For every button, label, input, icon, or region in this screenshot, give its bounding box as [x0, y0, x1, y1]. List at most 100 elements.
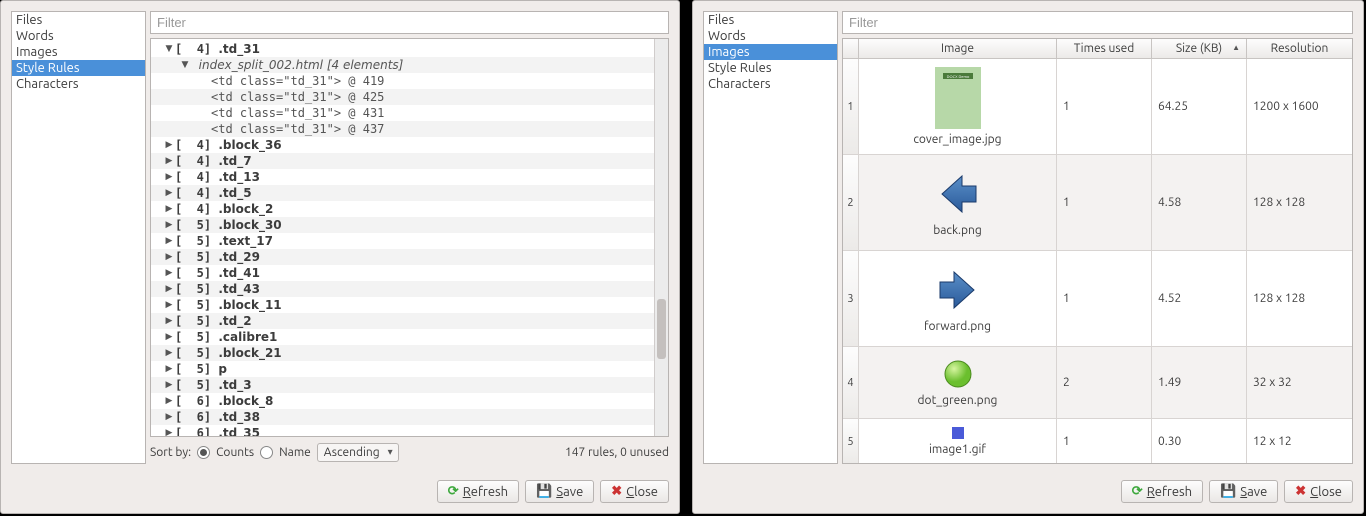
tree-row[interactable]: ▶[ 5] .td_3	[151, 377, 668, 393]
save-button[interactable]: 💾Save	[1209, 480, 1278, 503]
sidebar-item-characters[interactable]: Characters	[704, 76, 837, 92]
column-rownum[interactable]	[843, 39, 859, 58]
radio-counts[interactable]	[197, 446, 210, 459]
chevron-right-icon[interactable]: ▶	[163, 172, 175, 182]
chevron-right-icon[interactable]: ▶	[163, 348, 175, 358]
refresh-button[interactable]: ⟳Refresh	[1121, 480, 1203, 503]
panel-style-rules: Files Words Images Style Rules Character…	[0, 0, 680, 514]
tree-row[interactable]: ▶[ 4] .td_7	[151, 153, 668, 169]
cell-times: 1	[1057, 155, 1152, 250]
sidebar-item-files[interactable]: Files	[704, 12, 837, 28]
rule-label: .block_30	[218, 218, 281, 232]
scrollbar[interactable]	[654, 39, 668, 436]
cell-resolution: 1200 x 1600	[1247, 59, 1352, 154]
tree-row[interactable]: ▶[ 5] .td_2	[151, 313, 668, 329]
chevron-right-icon[interactable]: ▶	[163, 188, 175, 198]
tree-row[interactable]: ▶[ 5] .text_17	[151, 233, 668, 249]
rule-label: .text_17	[218, 234, 273, 248]
chevron-down-icon[interactable]: ▼	[163, 44, 175, 54]
chevron-right-icon[interactable]: ▶	[163, 268, 175, 278]
tree-row[interactable]: ▶[ 5] .td_43	[151, 281, 668, 297]
cell-times: 2	[1057, 347, 1152, 418]
sidebar-item-words[interactable]: Words	[12, 28, 145, 44]
sidebar-item-files[interactable]: Files	[12, 12, 145, 28]
save-icon: 💾	[536, 484, 552, 499]
row-number: 4	[843, 347, 859, 418]
image-table: Image Times used Size (KB)▲ Resolution 1…	[842, 38, 1353, 464]
sidebar-item-characters[interactable]: Characters	[12, 76, 145, 92]
sidebar-item-stylerules[interactable]: Style Rules	[12, 60, 145, 76]
chevron-right-icon[interactable]: ▶	[163, 252, 175, 262]
table-row[interactable]: 1DOCX Democover_image.jpg164.251200 x 16…	[843, 59, 1352, 155]
tree-row[interactable]: ▶[ 6] .td_35	[151, 425, 668, 436]
chevron-right-icon[interactable]: ▶	[163, 396, 175, 406]
chevron-right-icon[interactable]: ▶	[163, 220, 175, 230]
close-button[interactable]: ✖Close	[1284, 480, 1353, 503]
status-text: 147 rules, 0 unused	[565, 446, 669, 459]
tree-row[interactable]: ▶[ 5] .td_29	[151, 249, 668, 265]
chevron-right-icon[interactable]: ▶	[163, 156, 175, 166]
chevron-right-icon[interactable]: ▶	[163, 300, 175, 310]
tree-row[interactable]: ▶[ 4] .block_36	[151, 137, 668, 153]
tree-row[interactable]: ▶[ 5] .block_11	[151, 297, 668, 313]
radio-name[interactable]	[260, 446, 273, 459]
tree-row[interactable]: ▶[ 4] .td_5	[151, 185, 668, 201]
close-button[interactable]: ✖Close	[600, 480, 669, 503]
table-row[interactable]: 5image1.gif10.3012 x 12	[843, 419, 1352, 463]
rule-label: .td_38	[218, 410, 260, 424]
column-image[interactable]: Image	[859, 39, 1057, 58]
image-name: dot_green.png	[918, 394, 998, 407]
table-row[interactable]: 3forward.png14.52128 x 128	[843, 251, 1352, 347]
chevron-right-icon[interactable]: ▶	[163, 428, 175, 436]
chevron-down-icon[interactable]: ▼	[179, 60, 191, 70]
chevron-right-icon[interactable]: ▶	[163, 412, 175, 422]
tree-row[interactable]: ▶[ 5] .block_21	[151, 345, 668, 361]
chevron-right-icon[interactable]: ▶	[163, 236, 175, 246]
row-number: 3	[843, 251, 859, 346]
tree-row[interactable]: ▶[ 5] .block_30	[151, 217, 668, 233]
tree-row[interactable]: ▶[ 5] .td_41	[151, 265, 668, 281]
column-times[interactable]: Times used	[1057, 39, 1152, 58]
tree-row[interactable]: ▶[ 4] .block_2	[151, 201, 668, 217]
tree-leaf[interactable]: <td class="td_31"> @ 437	[211, 122, 384, 136]
tree-leaf[interactable]: <td class="td_31"> @ 425	[211, 90, 384, 104]
chevron-right-icon[interactable]: ▶	[163, 284, 175, 294]
chevron-right-icon[interactable]: ▶	[163, 140, 175, 150]
tree-leaf[interactable]: <td class="td_31"> @ 431	[211, 106, 384, 120]
tree-row[interactable]: ▶[ 5] .calibre1	[151, 329, 668, 345]
chevron-right-icon[interactable]: ▶	[163, 364, 175, 374]
radio-counts-label[interactable]: Counts	[216, 446, 254, 459]
tree-row[interactable]: ▶[ 6] .td_38	[151, 409, 668, 425]
sidebar-item-images[interactable]: Images	[12, 44, 145, 60]
save-button[interactable]: 💾Save	[525, 480, 594, 503]
chevron-right-icon[interactable]: ▶	[163, 316, 175, 326]
column-resolution[interactable]: Resolution	[1247, 39, 1352, 58]
chevron-right-icon[interactable]: ▶	[163, 204, 175, 214]
rule-label: .block_11	[218, 298, 281, 312]
rule-label: .td_7	[218, 154, 251, 168]
rule-label: .calibre1	[218, 330, 277, 344]
rule-tree[interactable]: ▼ [ 4] .td_31 ▼ index_split_002.html [4 …	[151, 39, 668, 436]
sidebar-item-stylerules[interactable]: Style Rules	[704, 60, 837, 76]
table-row[interactable]: 2back.png14.58128 x 128	[843, 155, 1352, 251]
tree-row[interactable]: ▶[ 4] .td_13	[151, 169, 668, 185]
chevron-right-icon[interactable]: ▶	[163, 380, 175, 390]
chevron-right-icon[interactable]: ▶	[163, 332, 175, 342]
sidebar-item-images[interactable]: Images	[704, 44, 837, 60]
sort-indicator-icon: ▲	[1232, 43, 1240, 52]
save-icon: 💾	[1220, 484, 1236, 499]
column-size[interactable]: Size (KB)▲	[1152, 39, 1247, 58]
table-row[interactable]: 4dot_green.png21.4932 x 32	[843, 347, 1352, 419]
sort-order-combo[interactable]: Ascending	[317, 443, 399, 462]
refresh-icon: ⟳	[1132, 484, 1143, 499]
filter-input[interactable]	[842, 11, 1353, 34]
tree-row[interactable]: ▶[ 6] .block_8	[151, 393, 668, 409]
rule-label: .td_35	[218, 426, 260, 436]
tree-row[interactable]: ▶[ 5] p	[151, 361, 668, 377]
rule-label: .block_2	[218, 202, 273, 216]
tree-leaf[interactable]: <td class="td_31"> @ 419	[211, 74, 384, 88]
filter-input[interactable]	[150, 11, 669, 34]
sidebar-item-words[interactable]: Words	[704, 28, 837, 44]
refresh-button[interactable]: ⟳Refresh	[437, 480, 519, 503]
radio-name-label[interactable]: Name	[279, 446, 311, 459]
